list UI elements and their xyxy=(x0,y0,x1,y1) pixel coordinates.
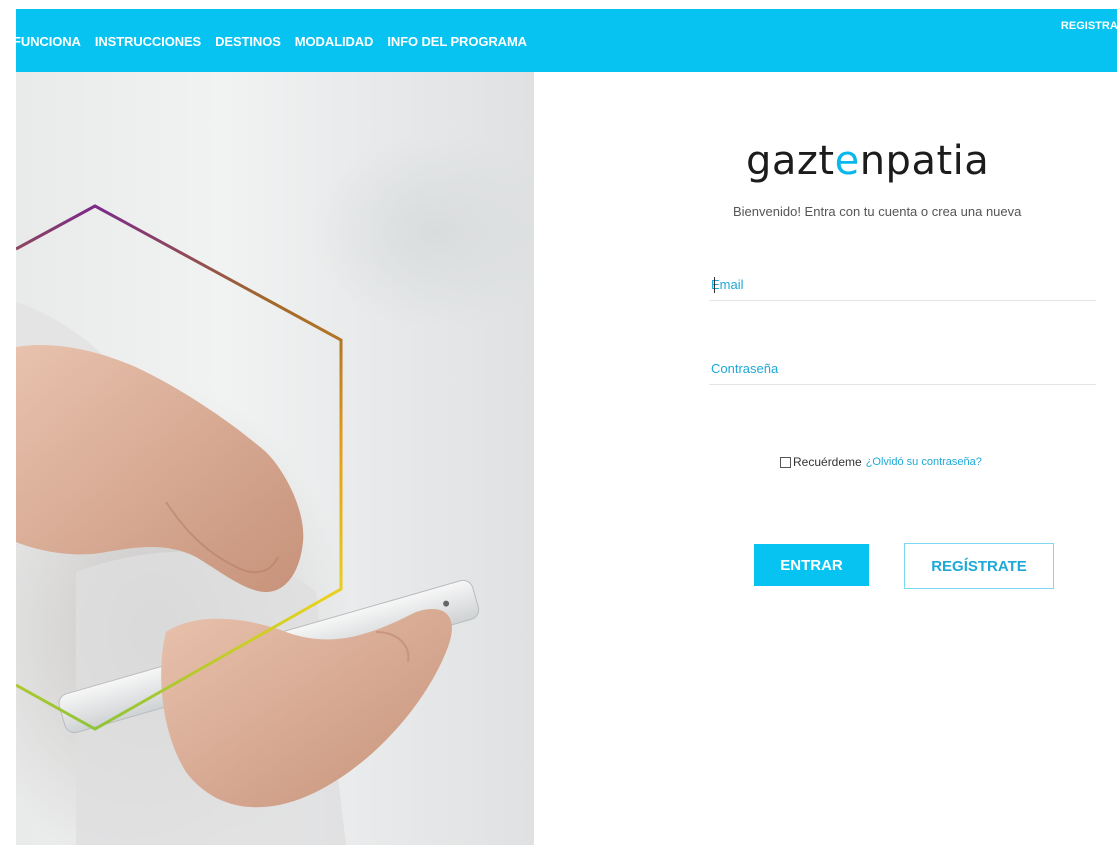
register-button[interactable]: REGÍSTRATE xyxy=(904,543,1054,589)
nav-menu: FUNCIONA INSTRUCCIONES DESTINOS MODALIDA… xyxy=(16,34,541,49)
nav-item-funciona[interactable]: FUNCIONA xyxy=(16,34,81,49)
remember-row: Recuérdeme ¿Olvidó su contraseña? xyxy=(780,455,982,469)
welcome-text: Bienvenido! Entra con tu cuenta o crea u… xyxy=(733,204,1022,219)
top-navbar: FUNCIONA INSTRUCCIONES DESTINOS MODALIDA… xyxy=(16,9,1117,72)
nav-item-instrucciones[interactable]: INSTRUCCIONES xyxy=(95,34,201,49)
nav-item-modalidad[interactable]: MODALIDAD xyxy=(295,34,374,49)
password-field[interactable] xyxy=(709,353,1096,385)
hero-image xyxy=(16,72,534,845)
forgot-password-link[interactable]: ¿Olvidó su contraseña? xyxy=(866,456,982,468)
left-margin xyxy=(0,0,16,845)
remember-label: Recuérdeme xyxy=(793,455,862,469)
login-panel: gaztenpatia Bienvenido! Entra con tu cue… xyxy=(534,72,1117,845)
top-margin xyxy=(0,0,1117,9)
nav-register-link[interactable]: REGISTRATE xyxy=(1061,20,1117,32)
hero-illustration xyxy=(16,204,480,845)
text-caret xyxy=(714,277,715,293)
remember-checkbox[interactable] xyxy=(780,456,791,468)
enter-button[interactable]: ENTRAR xyxy=(754,544,869,586)
gaztenpatia-logo: gaztenpatia xyxy=(746,138,990,184)
email-field[interactable] xyxy=(709,269,1096,301)
nav-item-destinos[interactable]: DESTINOS xyxy=(215,34,281,49)
nav-item-info-del-programa[interactable]: INFO DEL PROGRAMA xyxy=(387,34,527,49)
